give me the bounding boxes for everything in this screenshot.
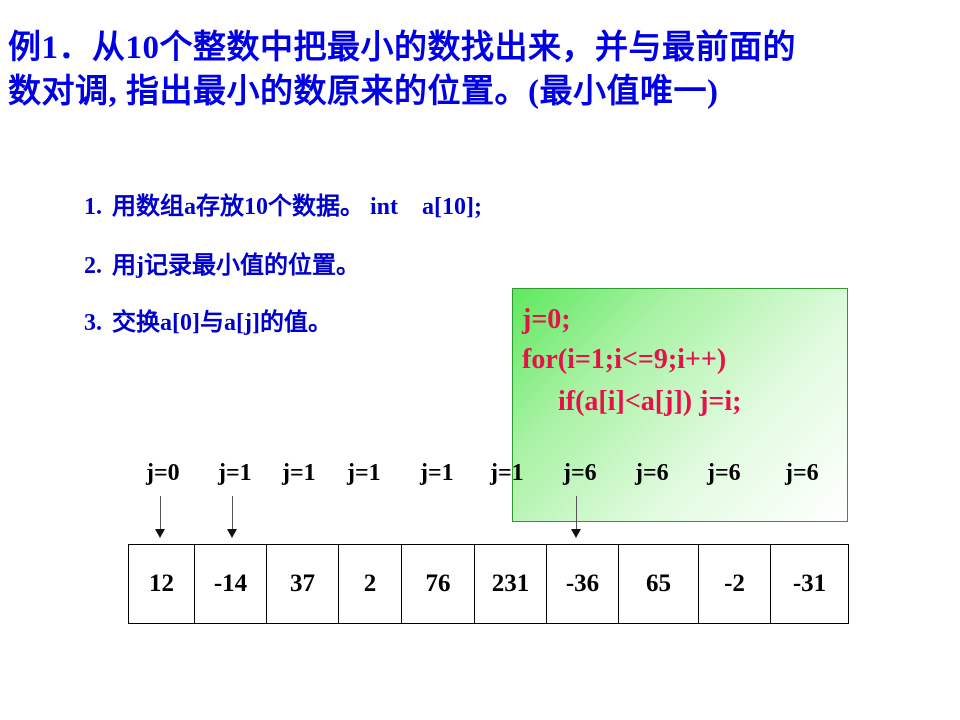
- array-cell: -14: [194, 545, 266, 623]
- array-cell: 231: [474, 545, 546, 623]
- code-line-2: for(i=1;i<=9;i++): [522, 344, 727, 375]
- step-3: 3. 交换a[0]与a[j]的值。: [84, 302, 332, 337]
- step-1: 1. 用数组a存放10个数据。 int a[10];: [84, 186, 482, 221]
- slide-title: 例1．从10个整数中把最小的数找出来，并与最前面的 数对调, 指出最小的数原来的…: [8, 26, 948, 114]
- array-cell: 37: [266, 545, 338, 623]
- j-label: j=6: [707, 460, 741, 486]
- step-number: 2.: [84, 253, 102, 279]
- j-label: j=6: [785, 460, 819, 486]
- j-label: j=1: [347, 460, 381, 486]
- code-line-1: j=0;: [522, 304, 571, 335]
- array-cell: -31: [770, 545, 848, 623]
- j-label: j=1: [218, 460, 252, 486]
- j-label: j=1: [420, 460, 454, 486]
- title-line-2: 数对调, 指出最小的数原来的位置。(最小值唯一): [8, 74, 719, 110]
- j-label: j=1: [282, 460, 316, 486]
- array-cell: -2: [698, 545, 770, 623]
- j-label: j=1: [490, 460, 524, 486]
- arrow-down-icon: [155, 496, 165, 538]
- step-2: 2. 用j记录最小值的位置。: [84, 245, 360, 280]
- array-cell: 65: [618, 545, 698, 623]
- arrow-down-icon: [227, 496, 237, 538]
- step-number: 1.: [84, 194, 102, 220]
- j-label: j=6: [563, 460, 597, 486]
- step-text: 用j记录最小值的位置。: [112, 253, 360, 279]
- title-line-1: 例1．从10个整数中把最小的数找出来，并与最前面的: [8, 30, 796, 66]
- arrow-down-icon: [571, 496, 581, 538]
- array-cell: 76: [401, 545, 474, 623]
- array-cell: -36: [546, 545, 618, 623]
- array-a: 12 -14 37 2 76 231 -36 65 -2 -31: [128, 544, 849, 624]
- array-cell: 12: [149, 570, 174, 597]
- step-text: 用数组a存放10个数据。 int a[10];: [112, 194, 482, 220]
- j-label: j=0: [146, 460, 180, 486]
- code-line-3: if(a[i]<a[j]) j=i;: [558, 386, 742, 417]
- array-cell: 2: [338, 545, 401, 623]
- j-label: j=6: [635, 460, 669, 486]
- step-number: 3.: [84, 310, 102, 336]
- step-text: 交换a[0]与a[j]的值。: [112, 310, 332, 336]
